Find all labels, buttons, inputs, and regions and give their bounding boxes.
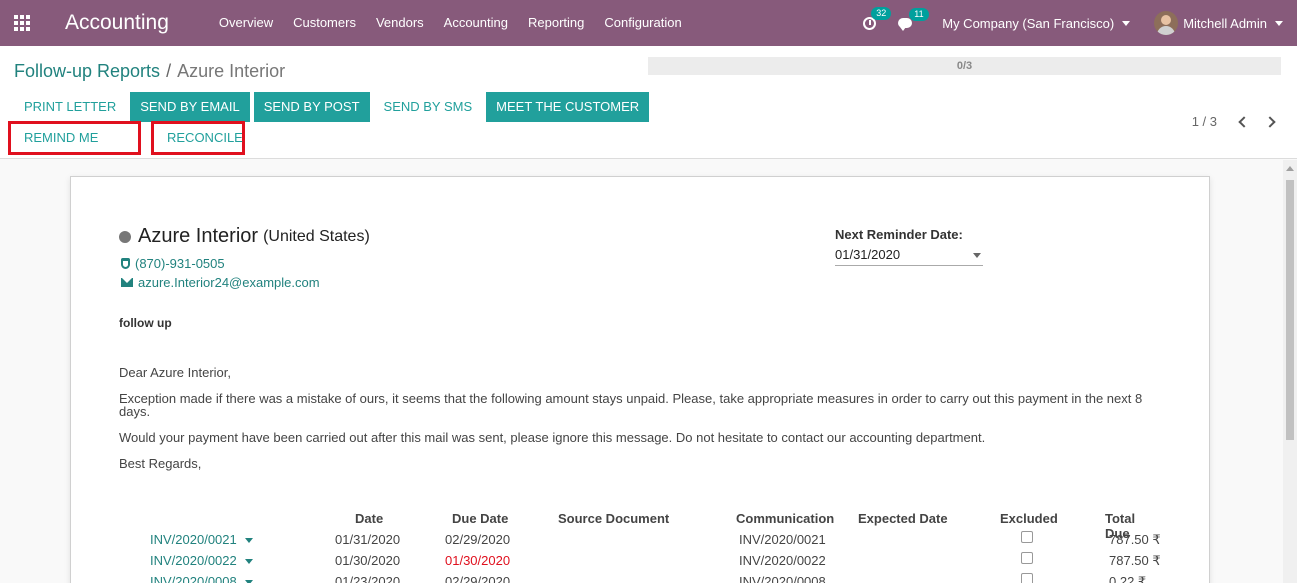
invoice-due-date: 02/29/2020 <box>445 574 511 583</box>
chevron-left-icon[interactable] <box>1238 115 1250 128</box>
main-menu: Overview Customers Vendors Accounting Re… <box>209 0 692 46</box>
scrollbar-thumb[interactable] <box>1286 180 1294 440</box>
followup-level-title: follow up <box>119 316 172 330</box>
breadcrumb-separator: / <box>166 61 172 81</box>
partner-country: (United States) <box>263 227 370 245</box>
reconcile-button[interactable]: RECONCILE <box>151 121 245 155</box>
table-row: INV/2020/0021 01/31/2020 02/29/2020 INV/… <box>149 531 1161 553</box>
col-header-expected-date: Expected Date <box>858 511 948 526</box>
phone-icon <box>121 258 130 269</box>
table-row: INV/2020/0008 01/23/2020 02/29/2020 INV/… <box>149 573 1161 583</box>
invoice-total-due: 787.50 ₹ <box>1109 553 1161 568</box>
col-header-source-document: Source Document <box>558 511 670 526</box>
avatar <box>1154 11 1179 35</box>
app-title[interactable]: Accounting <box>65 11 169 35</box>
letter-paragraph-2: Would your payment have been carried out… <box>119 430 986 445</box>
invoice-date: 01/23/2020 <box>335 574 401 583</box>
control-panel: Follow-up Reports / Azure Interior 0/3 PRI… <box>0 46 1297 173</box>
chat-icon <box>898 18 913 31</box>
letter-closing: Best Regards, <box>119 456 202 471</box>
invoice-link[interactable]: INV/2020/0022 <box>150 553 253 568</box>
partner-name[interactable]: Azure Interior <box>138 225 258 248</box>
send-by-email-button[interactable]: SEND BY EMAIL <box>130 92 250 122</box>
invoice-total-due: 0.22 ₹ <box>1109 574 1147 583</box>
company-name: My Company (San Francisco) <box>942 15 1115 31</box>
send-by-post-button[interactable]: SEND BY POST <box>253 92 370 122</box>
envelope-icon <box>121 278 133 287</box>
message-count-badge: 11 <box>909 8 929 21</box>
col-header-communication: Communication <box>736 511 835 526</box>
invoice-communication: INV/2020/0021 <box>739 532 826 547</box>
excluded-checkbox[interactable] <box>1021 552 1033 564</box>
user-menu[interactable]: Mitchell Admin <box>1154 11 1283 35</box>
invoice-number: INV/2020/0008 <box>150 574 237 583</box>
messages-button[interactable]: 11 <box>898 8 929 31</box>
partner-email[interactable]: azure.Interior24@example.com <box>121 275 320 290</box>
chevron-down-icon[interactable] <box>973 253 981 258</box>
chevron-down-icon <box>1275 20 1283 26</box>
pager-value: 1 / 3 <box>1191 114 1217 129</box>
breadcrumb-followup-reports[interactable]: Follow-up Reports <box>14 61 160 81</box>
col-header-date: Date <box>355 511 384 526</box>
col-header-due-date: Due Date <box>452 511 509 526</box>
invoice-date: 01/31/2020 <box>335 532 401 547</box>
invoice-number: INV/2020/0022 <box>150 553 237 568</box>
menu-accounting[interactable]: Accounting <box>434 0 518 46</box>
chevron-down-icon[interactable] <box>244 538 253 544</box>
email-text: azure.Interior24@example.com <box>138 275 320 290</box>
breadcrumb: Follow-up Reports / Azure Interior <box>14 61 285 82</box>
invoice-total-due: 787.50 ₹ <box>1109 532 1161 547</box>
invoice-communication: INV/2020/0008 <box>739 574 826 583</box>
action-buttons: PRINT LETTER SEND BY EMAIL SEND BY POST … <box>14 92 653 122</box>
invoice-date: 01/30/2020 <box>335 553 401 568</box>
partner-header: Azure Interior (United States) <box>119 225 370 248</box>
followup-report-sheet: Azure Interior (United States) (870)-931… <box>70 176 1210 583</box>
chevron-down-icon[interactable] <box>244 559 253 565</box>
activities-button[interactable]: 32 <box>863 6 892 30</box>
remind-me-later-button[interactable]: REMIND ME LATER <box>8 121 141 173</box>
letter-paragraph-1: Exception made if there was a mistake of… <box>119 391 1143 419</box>
menu-customers[interactable]: Customers <box>283 0 366 46</box>
menu-overview[interactable]: Overview <box>209 0 283 46</box>
followup-progress-bar: 0/3 <box>648 57 1281 75</box>
activity-count-badge: 32 <box>871 6 892 20</box>
col-header-excluded: Excluded <box>1000 511 1058 526</box>
chevron-down-icon <box>1122 20 1131 26</box>
meet-the-customer-button[interactable]: MEET THE CUSTOMER <box>486 92 650 122</box>
invoice-link[interactable]: INV/2020/0021 <box>150 532 253 547</box>
apps-menu-icon[interactable] <box>0 0 44 46</box>
secondary-buttons: REMIND ME LATER RECONCILE <box>8 121 255 173</box>
invoice-due-date-overdue: 01/30/2020 <box>445 553 511 568</box>
company-switcher[interactable]: My Company (San Francisco) <box>942 15 1131 31</box>
top-navbar: Accounting Overview Customers Vendors Ac… <box>0 0 1297 46</box>
invoice-due-date: 02/29/2020 <box>445 532 511 547</box>
next-reminder-label: Next Reminder Date: <box>835 227 963 242</box>
partner-phone[interactable]: (870)-931-0505 <box>121 256 225 271</box>
invoice-link[interactable]: INV/2020/0008 <box>150 574 253 583</box>
next-reminder-date-value: 01/31/2020 <box>835 247 901 262</box>
scrollbar[interactable] <box>1283 160 1297 583</box>
menu-configuration[interactable]: Configuration <box>594 0 691 46</box>
user-name: Mitchell Admin <box>1183 15 1267 31</box>
letter-greeting: Dear Azure Interior, <box>119 365 231 380</box>
invoice-number: INV/2020/0021 <box>150 532 237 547</box>
chevron-right-icon[interactable] <box>1264 115 1276 128</box>
excluded-checkbox[interactable] <box>1021 531 1033 543</box>
print-letter-button[interactable]: PRINT LETTER <box>14 92 126 122</box>
menu-reporting[interactable]: Reporting <box>518 0 594 46</box>
scroll-up-arrow-icon[interactable] <box>1286 166 1294 171</box>
send-by-sms-button[interactable]: SEND BY SMS <box>374 92 483 122</box>
pager: 1 / 3 <box>1192 114 1283 129</box>
next-reminder-date-field[interactable]: 01/31/2020 <box>835 245 983 266</box>
menu-vendors[interactable]: Vendors <box>366 0 434 46</box>
status-dot-icon <box>119 230 131 243</box>
breadcrumb-current: Azure Interior <box>177 61 286 81</box>
phone-text: (870)-931-0505 <box>135 256 225 271</box>
invoice-communication: INV/2020/0022 <box>739 553 826 568</box>
excluded-checkbox[interactable] <box>1021 573 1033 583</box>
table-row: INV/2020/0022 01/30/2020 01/30/2020 INV/… <box>149 552 1161 574</box>
